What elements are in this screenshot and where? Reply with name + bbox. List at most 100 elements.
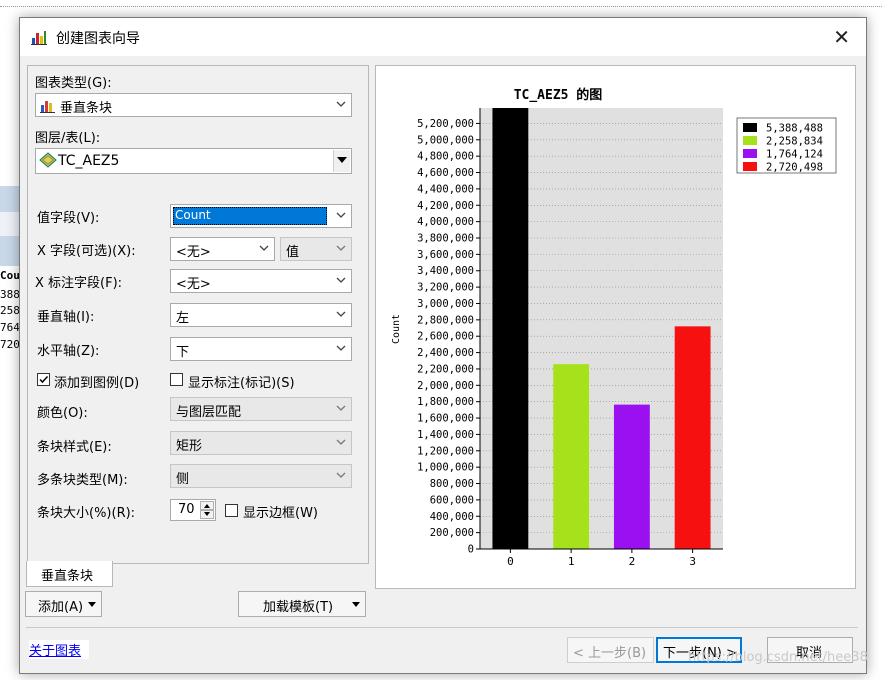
- bar-size-spinner[interactable]: 70: [170, 499, 216, 521]
- horizontal-axis-select[interactable]: 下: [170, 337, 352, 361]
- cancel-button[interactable]: 取消: [767, 637, 853, 663]
- x-tick-label: 0: [507, 555, 514, 568]
- show-border-label[interactable]: 显示边框(W): [243, 502, 318, 521]
- y-tick-label: 4,800,000: [417, 151, 474, 163]
- legend-swatch: [743, 149, 757, 158]
- y-tick-label: 1,400,000: [417, 429, 474, 441]
- legend-label: 1,764,124: [766, 149, 823, 161]
- y-tick-label: 5,000,000: [417, 134, 474, 146]
- bar-style-select[interactable]: 矩形: [170, 431, 352, 455]
- add-to-legend-checkbox[interactable]: [37, 373, 50, 386]
- next-button-label: 下一步(N) >: [663, 646, 737, 661]
- bar: [613, 404, 650, 549]
- y-tick-label: 4,400,000: [417, 183, 474, 195]
- bar: [553, 364, 590, 549]
- x-label-field-select[interactable]: <无>: [170, 269, 352, 293]
- x-field-value: <无>: [176, 245, 211, 260]
- footer-divider: [26, 627, 858, 628]
- plot-area: 0 200,000 400,000 600,000 800,000 1,000,000 1,…: [417, 108, 723, 568]
- value-field-value: Count: [175, 208, 211, 222]
- y-tick-label: 2,800,000: [417, 314, 474, 326]
- multi-bar-type-label: 多条块类型(M):: [37, 473, 128, 488]
- legend-label: 5,388,488: [766, 123, 823, 135]
- bar-chart-icon: [40, 101, 55, 113]
- chevron-down-icon: [336, 245, 346, 251]
- value-field-label: 值字段(V):: [37, 211, 100, 226]
- next-button[interactable]: 下一步(N) >: [656, 637, 742, 663]
- y-tick-label: 800,000: [430, 478, 474, 490]
- create-chart-wizard-dialog: 创建图表向导 ✕ 图表类型(G): 垂直条块 图层/表(L): TC_AEZ5: [19, 17, 868, 674]
- dropdown-arrow-icon: [88, 602, 96, 607]
- value-field-select[interactable]: Count: [170, 204, 352, 228]
- x-field-label: X 字段(可选)(X):: [37, 244, 136, 259]
- x-tick-label: 3: [689, 555, 696, 568]
- chevron-down-icon: [336, 405, 346, 411]
- x-label-field-label: X 标注字段(F):: [35, 276, 123, 291]
- tab-label: 垂直条块: [41, 569, 94, 584]
- y-tick-label: 2,600,000: [417, 331, 474, 343]
- background-toolbar: [0, 0, 882, 7]
- spin-up-button[interactable]: [200, 501, 214, 510]
- color-select[interactable]: 与图层匹配: [170, 397, 352, 421]
- vertical-axis-label: 垂直轴(I):: [37, 310, 95, 325]
- legend-swatch: [743, 123, 757, 132]
- x-field-select[interactable]: <无>: [170, 237, 275, 261]
- y-tick-label: 1,000,000: [417, 462, 474, 474]
- y-tick-label: 1,800,000: [417, 396, 474, 408]
- y-tick-label: 4,600,000: [417, 167, 474, 179]
- vertical-axis-value: 左: [176, 311, 190, 326]
- chevron-down-icon: [336, 472, 346, 478]
- about-chart-link[interactable]: 关于图表: [29, 640, 90, 659]
- bar-style-value: 矩形: [176, 439, 203, 454]
- multi-bar-type-value: 侧: [176, 472, 190, 487]
- y-tick-label: 1,200,000: [417, 445, 474, 457]
- y-tick-label: 5,200,000: [417, 118, 474, 130]
- background-cell: 720: [0, 338, 20, 351]
- add-button[interactable]: 添加(A): [25, 591, 102, 617]
- legend-label: 2,258,834: [766, 136, 823, 148]
- close-icon[interactable]: ✕: [833, 25, 850, 49]
- y-axis-label: Count: [391, 314, 402, 344]
- y-tick-label: 2,400,000: [417, 347, 474, 359]
- y-tick-label: 3,800,000: [417, 233, 474, 245]
- chevron-down-icon: [336, 345, 346, 351]
- dropdown-arrow-icon: [352, 602, 360, 607]
- show-border-checkbox[interactable]: [225, 504, 238, 517]
- chevron-down-icon: [259, 245, 269, 251]
- bar: [674, 326, 711, 549]
- back-button-label: < 上一步(B): [573, 646, 647, 661]
- vertical-axis-select[interactable]: 左: [170, 303, 352, 327]
- show-labels-checkbox[interactable]: [170, 373, 183, 386]
- layer-select[interactable]: TC_AEZ5: [35, 148, 352, 174]
- x-tick-label: 1: [568, 555, 575, 568]
- y-tick-label: 4,200,000: [417, 200, 474, 212]
- chart-type-label: 图表类型(G):: [35, 76, 112, 91]
- chevron-down-icon: [336, 277, 346, 283]
- y-tick-label: 4,000,000: [417, 216, 474, 228]
- chart-type-select[interactable]: 垂直条块: [35, 93, 352, 117]
- background-strip: [0, 186, 20, 212]
- load-template-button-label: 加载模板(T): [263, 600, 334, 615]
- y-tick-label: 0: [468, 544, 474, 556]
- legend-swatch: [743, 136, 757, 145]
- back-button[interactable]: < 上一步(B): [567, 637, 654, 663]
- dropdown-button[interactable]: [333, 150, 350, 172]
- chart-settings-panel: 图表类型(G): 垂直条块 图层/表(L): TC_AEZ5 值字段(V): C…: [27, 65, 369, 564]
- spin-down-button[interactable]: [200, 510, 214, 519]
- color-label: 颜色(O):: [37, 406, 88, 421]
- x-label-field-value: <无>: [176, 277, 211, 292]
- multi-bar-type-select[interactable]: 侧: [170, 464, 352, 488]
- chevron-down-icon: [336, 101, 346, 107]
- add-to-legend-label[interactable]: 添加到图例(D): [54, 372, 139, 391]
- dialog-title: 创建图表向导: [56, 31, 140, 47]
- y-tick-label: 1,600,000: [417, 413, 474, 425]
- tab-vertical-bar[interactable]: 垂直条块: [26, 561, 113, 587]
- x-field-sort-select[interactable]: 值: [280, 237, 352, 261]
- bar-size-value: 70: [178, 502, 195, 517]
- load-template-button[interactable]: 加载模板(T): [238, 591, 366, 617]
- bar-chart: TC_AEZ5 的图 Count 0 200,000 400,000 600,000 8…: [391, 87, 837, 568]
- down-arrow-icon: [204, 512, 210, 516]
- y-tick-label: 3,000,000: [417, 298, 474, 310]
- show-labels-label[interactable]: 显示标注(标记)(S): [188, 372, 295, 391]
- y-tick-label: 600,000: [430, 494, 474, 506]
